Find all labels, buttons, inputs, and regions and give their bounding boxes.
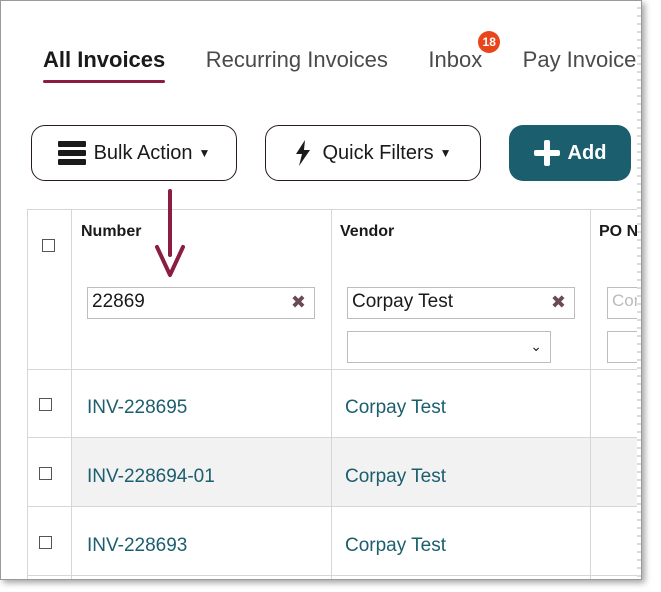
- row-checkbox[interactable]: [39, 398, 52, 411]
- bulk-action-button[interactable]: Bulk Action ▼: [31, 125, 237, 181]
- caret-down-icon: ▼: [198, 146, 211, 160]
- invoice-number-link[interactable]: INV-228693: [87, 535, 187, 557]
- select-all-checkbox[interactable]: [42, 239, 55, 252]
- inbox-count-badge: 18: [478, 31, 501, 53]
- vendor-link[interactable]: Corpay Test: [345, 535, 446, 557]
- column-header-vendor[interactable]: Vendor: [340, 223, 394, 241]
- bulk-action-label: Bulk Action: [93, 141, 193, 164]
- lightning-icon: [296, 140, 311, 166]
- column-header-po-number[interactable]: PO Nu: [599, 223, 641, 241]
- invoice-grid: Number Vendor PO Nu 22869 ✖ Corpay Test …: [27, 209, 641, 579]
- tab-inbox-label: Inbox: [428, 47, 483, 72]
- quick-filters-button[interactable]: Quick Filters ▼: [265, 125, 481, 181]
- quick-filters-label: Quick Filters: [322, 141, 434, 164]
- invoice-number-link[interactable]: INV-228695: [87, 397, 187, 419]
- vendor-filter-select[interactable]: ⌄: [347, 331, 551, 363]
- invoice-number-link[interactable]: INV-228694-01: [87, 466, 215, 488]
- tab-inbox[interactable]: Inbox 18: [428, 31, 501, 73]
- invoices-panel: All Invoices Recurring Invoices Inbox 18…: [0, 0, 642, 580]
- clear-icon[interactable]: ✖: [551, 292, 566, 313]
- caret-down-icon: ▼: [439, 146, 452, 160]
- arrow-down-icon: [155, 189, 185, 277]
- tab-pay-invoices[interactable]: Pay Invoices: [523, 41, 641, 73]
- list-icon: [57, 141, 86, 165]
- tab-all-invoices[interactable]: All Invoices: [43, 41, 166, 83]
- clear-icon[interactable]: ✖: [291, 292, 306, 313]
- tab-bar: All Invoices Recurring Invoices Inbox 18…: [43, 31, 641, 87]
- chevron-down-icon: ⌄: [530, 338, 542, 354]
- column-header-number[interactable]: Number: [81, 223, 141, 241]
- add-button[interactable]: Add: [509, 125, 631, 181]
- tab-recurring-invoices[interactable]: Recurring Invoices: [206, 41, 388, 73]
- add-label: Add: [567, 141, 607, 164]
- row-checkbox[interactable]: [39, 467, 52, 480]
- vendor-link[interactable]: Corpay Test: [345, 397, 446, 419]
- number-filter-value: 22869: [92, 291, 145, 312]
- torn-edge: [637, 1, 641, 579]
- vendor-filter-value: Corpay Test: [352, 291, 454, 312]
- vendor-link[interactable]: Corpay Test: [345, 466, 446, 488]
- row-checkbox[interactable]: [39, 536, 52, 549]
- vendor-filter-input[interactable]: Corpay Test ✖: [347, 287, 575, 319]
- number-filter-input[interactable]: 22869 ✖: [87, 287, 315, 319]
- plus-icon: [533, 140, 560, 166]
